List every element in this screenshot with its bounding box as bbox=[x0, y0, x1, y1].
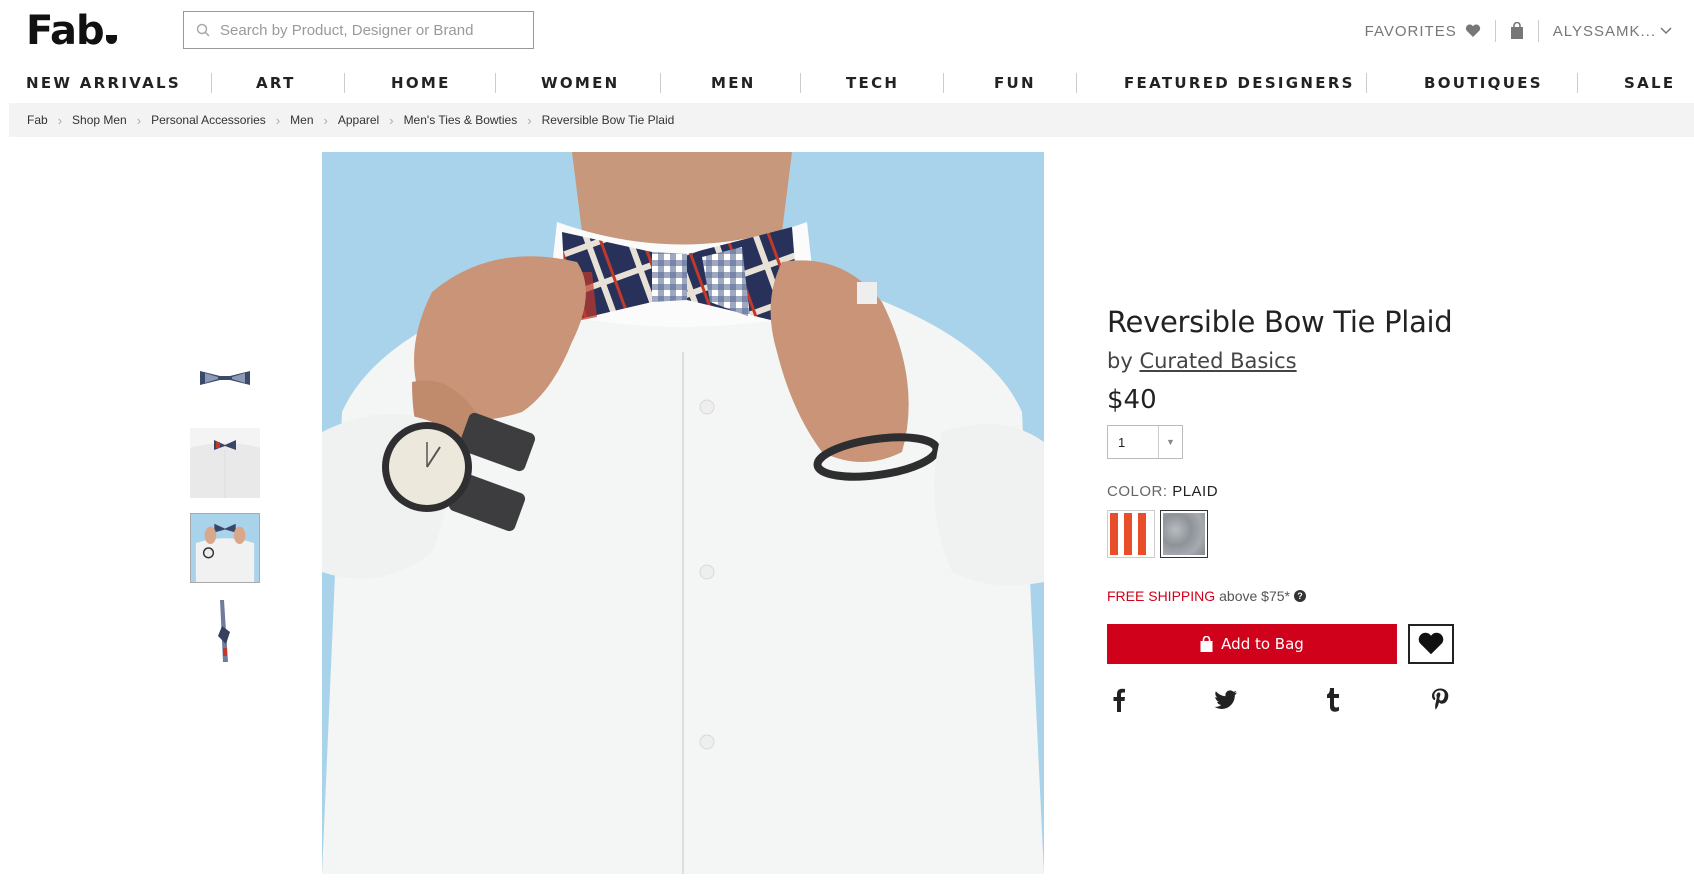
shipping-threshold: above $75* bbox=[1219, 588, 1290, 604]
breadcrumb-item[interactable]: Fab bbox=[27, 113, 48, 127]
nav-divider bbox=[495, 73, 496, 93]
search-icon bbox=[196, 23, 210, 37]
user-menu[interactable]: ALYSSAMK... bbox=[1553, 23, 1672, 40]
twitter-icon[interactable] bbox=[1214, 686, 1238, 714]
thumbnail-tie-flat[interactable] bbox=[190, 596, 260, 666]
search-box[interactable] bbox=[183, 11, 534, 49]
divider bbox=[1537, 20, 1539, 42]
swatch-orange-stripe[interactable] bbox=[1107, 510, 1155, 558]
chevron-right-icon: › bbox=[527, 112, 532, 128]
nav-divider bbox=[344, 73, 345, 93]
heart-icon bbox=[1418, 632, 1444, 655]
nav-divider bbox=[943, 73, 944, 93]
header-account-area: FAVORITES ALYSSAMK... bbox=[1365, 20, 1672, 42]
chevron-right-icon: › bbox=[57, 112, 63, 128]
quantity-value: 1 bbox=[1118, 434, 1126, 450]
chevron-right-icon: › bbox=[323, 112, 328, 128]
chevron-down-icon bbox=[1660, 27, 1672, 35]
breadcrumb-item: Reversible Bow Tie Plaid bbox=[541, 113, 675, 127]
chevron-right-icon: › bbox=[275, 112, 281, 128]
favorite-button[interactable] bbox=[1408, 624, 1454, 664]
facebook-icon[interactable] bbox=[1107, 686, 1131, 714]
nav-divider bbox=[211, 73, 212, 93]
breadcrumb-item[interactable]: Apparel bbox=[338, 113, 379, 127]
nav-item-new-arrivals[interactable]: NEW ARRIVALS bbox=[26, 74, 181, 92]
breadcrumb-item[interactable]: Personal Accessories bbox=[151, 113, 266, 127]
shopping-bag-icon bbox=[1200, 636, 1213, 652]
nav-item-sale[interactable]: SALE bbox=[1624, 74, 1675, 92]
search-input[interactable] bbox=[220, 21, 520, 39]
nav-divider bbox=[1577, 73, 1578, 93]
nav-item-fun[interactable]: FUN bbox=[994, 74, 1036, 92]
thumbnail-hands[interactable] bbox=[190, 513, 260, 583]
shipping-info: FREE SHIPPING above $75* ? bbox=[1107, 588, 1467, 604]
breadcrumb-item[interactable]: Men bbox=[290, 113, 313, 127]
purchase-actions: Add to Bag bbox=[1107, 624, 1467, 664]
favorites-label: FAVORITES bbox=[1364, 22, 1457, 40]
nav-item-tech[interactable]: TECH bbox=[846, 74, 899, 92]
nav-item-men[interactable]: MEN bbox=[711, 74, 756, 92]
add-to-bag-button[interactable]: Add to Bag bbox=[1107, 624, 1397, 664]
user-name: ALYSSAMK... bbox=[1552, 22, 1656, 40]
thumbnail-shirt[interactable] bbox=[190, 428, 260, 498]
fab-logo[interactable]: Fab bbox=[26, 8, 117, 54]
color-swatches bbox=[1107, 510, 1467, 558]
main-nav: NEW ARRIVALS ART HOME WOMEN MEN TECH FUN FEATUR… bbox=[26, 72, 1676, 94]
favorites-link[interactable]: FAVORITES bbox=[1365, 23, 1481, 40]
shopping-bag-icon[interactable] bbox=[1510, 22, 1524, 40]
nav-item-boutiques[interactable]: BOUTIQUES bbox=[1424, 74, 1543, 92]
quantity-select[interactable]: 1 ▼ bbox=[1107, 425, 1183, 459]
nav-item-home[interactable]: HOME bbox=[391, 74, 451, 92]
chevron-right-icon: › bbox=[136, 112, 142, 128]
nav-item-art[interactable]: ART bbox=[256, 74, 296, 92]
nav-divider bbox=[1366, 73, 1367, 93]
product-title: Reversible Bow Tie Plaid bbox=[1107, 305, 1453, 339]
breadcrumb-item[interactable]: Men's Ties & Bowties bbox=[404, 113, 518, 127]
by-prefix: by bbox=[1107, 349, 1133, 373]
product-info-panel: Reversible Bow Tie Plaid by Curated Basi… bbox=[1107, 305, 1467, 714]
chevron-right-icon: › bbox=[389, 112, 394, 128]
nav-divider bbox=[800, 73, 801, 93]
nav-divider bbox=[1076, 73, 1077, 93]
color-label-prefix: COLOR: bbox=[1107, 483, 1168, 500]
nav-item-women[interactable]: WOMEN bbox=[541, 74, 620, 92]
nav-divider bbox=[660, 73, 661, 93]
designer-link[interactable]: Curated Basics bbox=[1139, 349, 1296, 373]
product-main-image[interactable] bbox=[322, 152, 1044, 874]
divider bbox=[1494, 20, 1496, 42]
help-icon[interactable]: ? bbox=[1293, 590, 1306, 602]
dropdown-arrow-icon: ▼ bbox=[1158, 426, 1182, 458]
breadcrumb: Fab › Shop Men › Personal Accessories › Men › Ap… bbox=[9, 103, 1694, 137]
thumbnail-bowtie[interactable] bbox=[190, 343, 260, 413]
tumblr-icon[interactable] bbox=[1321, 686, 1345, 714]
product-price: $40 bbox=[1107, 385, 1157, 415]
breadcrumb-item[interactable]: Shop Men bbox=[72, 113, 127, 127]
color-value: PLAID bbox=[1172, 483, 1219, 500]
nav-item-featured-designers[interactable]: FEATURED DESIGNERS bbox=[1124, 74, 1355, 92]
social-share bbox=[1107, 686, 1452, 714]
product-designer: by Curated Basics bbox=[1107, 349, 1467, 373]
pinterest-icon[interactable] bbox=[1428, 686, 1452, 714]
heart-icon bbox=[1465, 24, 1480, 37]
free-shipping-label: FREE SHIPPING bbox=[1107, 588, 1216, 604]
color-label: COLOR: PLAID bbox=[1107, 483, 1467, 500]
add-to-bag-label: Add to Bag bbox=[1221, 635, 1304, 653]
swatch-plaid[interactable] bbox=[1160, 510, 1208, 558]
